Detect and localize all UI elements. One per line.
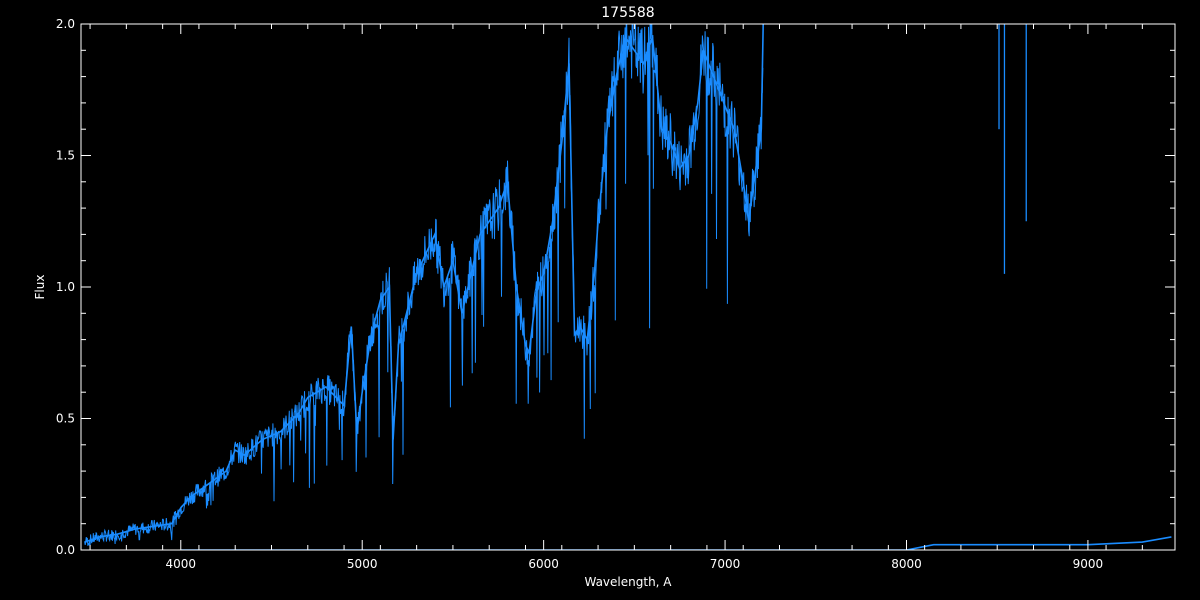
x-axis-label: Wavelength, A: [584, 575, 672, 589]
y-tick-label: 1.5: [56, 149, 75, 163]
x-tick-label: 7000: [710, 557, 741, 571]
y-tick-label: 0.0: [56, 543, 75, 557]
chart-title: 175588: [601, 5, 654, 21]
x-tick-label: 9000: [1073, 557, 1104, 571]
x-tick-label: 8000: [891, 557, 922, 571]
x-tick-label: 5000: [347, 557, 378, 571]
y-axis-label: Flux: [33, 275, 47, 300]
spectrum-chart: 175588 4000 5000 6000 7000 8000 9000 0.0 0.5 1.0…: [0, 0, 1200, 600]
y-tick-label: 2.0: [56, 17, 75, 31]
x-tick-label: 4000: [166, 557, 197, 571]
x-tick-label: 6000: [528, 557, 559, 571]
y-tick-label: 0.5: [56, 412, 75, 426]
y-tick-label: 1.0: [56, 280, 75, 294]
